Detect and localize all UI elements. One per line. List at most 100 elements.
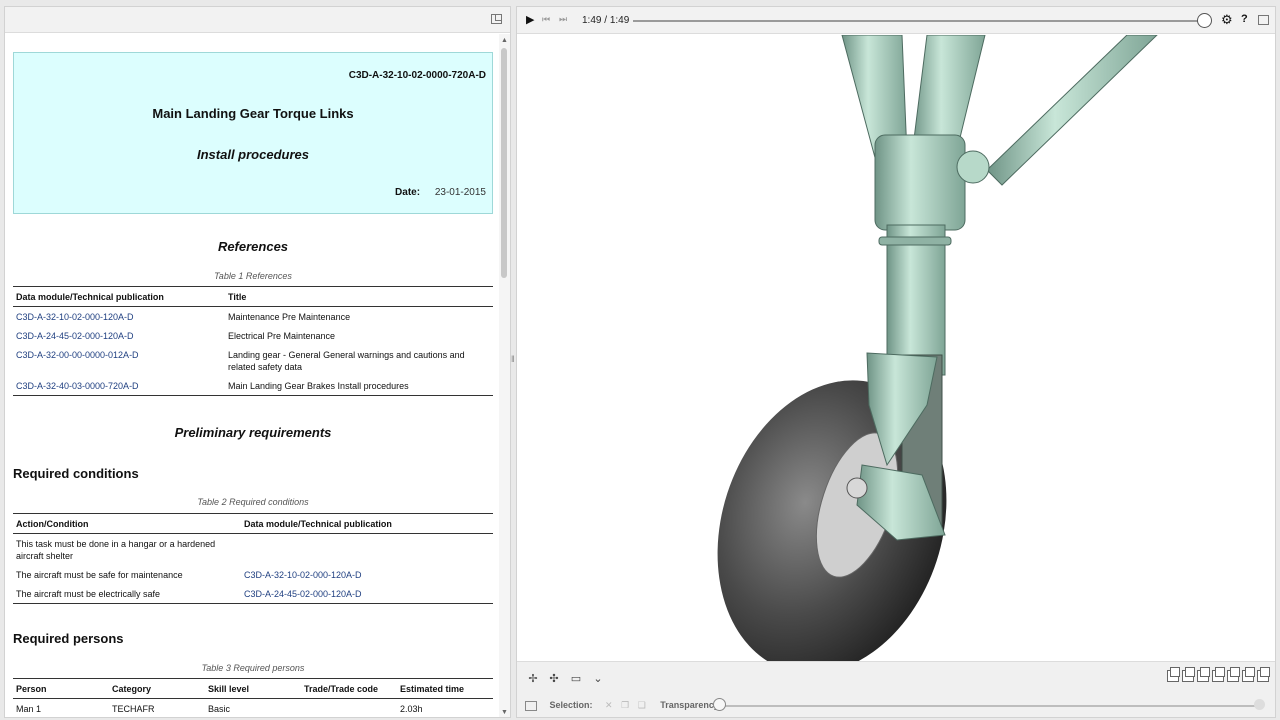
persons-heading: Required persons (13, 631, 124, 646)
rotate-icon[interactable]: ✣ (547, 674, 561, 685)
reference-link[interactable]: C3D-A-32-10-02-000-120A-D (241, 565, 493, 584)
table-row: This task must be done in a hangar or a … (13, 534, 493, 566)
conditions-table: Action/Condition Data module/Technical p… (13, 513, 493, 604)
view-back-icon[interactable] (1182, 667, 1195, 682)
table-row: C3D-A-24-45-02-000-120A-D Electrical Pre… (13, 326, 493, 345)
selection-mode-icon[interactable] (525, 700, 537, 711)
persons-table: Person Category Skill level Trade/Trade … (13, 678, 493, 717)
preliminary-heading: Preliminary requirements (174, 425, 332, 440)
expand-viewer-icon[interactable] (1258, 15, 1269, 25)
table-cell: Maintenance Pre Maintenance (228, 312, 351, 322)
viewer-pane: ▶ ⏮ ⏭ 1:49 / 1:49 ⚙ ? ✢ ✣ ▭ ⌄ Selection:… (516, 6, 1276, 718)
references-heading: References (217, 239, 289, 254)
view-left-icon[interactable] (1197, 667, 1210, 682)
main-strut (886, 224, 946, 376)
table-cell: Man 1 (13, 698, 109, 717)
references-caption: Table 1 References (214, 271, 292, 281)
reference-link[interactable]: C3D-A-32-40-03-0000-720A-D (13, 376, 225, 396)
transparency-track[interactable] (721, 705, 1261, 707)
viewer-controls: ✢ ✣ ▭ ⌄ Selection: ✕ ❐ ❑ Transparency: (517, 661, 1275, 717)
document-toolbar (5, 7, 510, 33)
transparency-slider[interactable] (713, 698, 726, 711)
document-content[interactable]: C3D-A-32-10-02-0000-720A-D Main Landing … (5, 34, 500, 717)
document-scrollbar[interactable]: ▲ ▼ (499, 34, 510, 717)
table-header-row: Action/Condition Data module/Technical p… (13, 513, 493, 534)
table-header-row: Data module/Technical publication Title (13, 286, 493, 307)
help-button[interactable]: ? (1241, 13, 1248, 25)
table-header-row: Person Category Skill level Trade/Trade … (13, 678, 493, 699)
hide-icon[interactable]: ❑ (638, 700, 646, 710)
view-front-icon[interactable] (1167, 667, 1180, 682)
table-row: C3D-A-32-00-00-0000-012A-D Landing gear … (13, 345, 493, 376)
date-label: Date: (395, 187, 421, 198)
reference-link[interactable]: C3D-A-32-10-02-000-120A-D (13, 307, 225, 327)
table-header: Title (225, 286, 493, 307)
date-row: Date: 23-01-2015 (395, 187, 486, 198)
table-header: Category (109, 678, 205, 699)
table-header: Person (13, 678, 109, 699)
previous-step-icon[interactable]: ⏮ (542, 14, 550, 25)
table-header: Trade/Trade code (301, 678, 397, 699)
isolate-icon[interactable]: ❐ (621, 700, 629, 710)
table-row: The aircraft must be electrically safe C… (13, 584, 493, 604)
view-presets (1167, 667, 1270, 682)
gear-icon[interactable]: ⚙ (1221, 12, 1233, 28)
timeline-knob[interactable] (1197, 13, 1212, 28)
side-brace (986, 35, 1158, 186)
table-cell: Electrical Pre Maintenance (228, 331, 336, 341)
conditions-caption: Table 2 Required conditions (197, 497, 309, 507)
move-icon[interactable]: ✢ (526, 674, 540, 685)
reference-link[interactable]: C3D-A-24-45-02-000-120A-D (241, 584, 493, 604)
scrollbar-thumb[interactable] (501, 48, 507, 278)
document-pane: C3D-A-32-10-02-0000-720A-D Main Landing … (4, 6, 511, 718)
table-row: The aircraft must be safe for maintenanc… (13, 565, 493, 584)
date-value: 23-01-2015 (434, 187, 486, 198)
expand-pane-icon[interactable] (491, 14, 502, 24)
table-cell: The aircraft must be safe for maintenanc… (16, 570, 183, 580)
title-block: C3D-A-32-10-02-0000-720A-D Main Landing … (13, 52, 493, 214)
view-right-icon[interactable] (1212, 667, 1225, 682)
pane-splitter-handle[interactable]: ‖ (511, 354, 515, 364)
table-row: Man 1 TECHAFR Basic 2.03h (13, 698, 493, 717)
time-total: 1:49 (609, 15, 630, 26)
next-step-icon[interactable]: ⏭ (559, 14, 567, 25)
fit-view-icon[interactable]: ⌄ (591, 674, 605, 685)
view-bottom-icon[interactable] (1242, 667, 1255, 682)
view-iso-icon[interactable] (1257, 667, 1270, 682)
play-icon[interactable]: ▶ (526, 13, 534, 26)
timeline-track[interactable] (633, 20, 1205, 22)
reference-link[interactable]: C3D-A-32-00-00-0000-012A-D (13, 345, 225, 376)
conditions-heading: Required conditions (13, 466, 139, 481)
data-module-code: C3D-A-32-10-02-0000-720A-D (348, 70, 486, 81)
transparency-end-icon (1254, 699, 1265, 710)
references-table: Data module/Technical publication Title … (13, 286, 493, 396)
animation-toolbar: ▶ ⏮ ⏭ 1:49 / 1:49 ⚙ ? (517, 7, 1275, 34)
document-subtitle: Install procedures (197, 147, 309, 162)
app-window: C3D-A-32-10-02-0000-720A-D Main Landing … (0, 0, 1280, 720)
time-display: 1:49 / 1:49 (582, 15, 629, 26)
time-separator: / (604, 15, 608, 26)
scroll-up-icon[interactable]: ▲ (501, 37, 508, 44)
reference-link (241, 534, 493, 566)
table-header: Data module/Technical publication (241, 513, 493, 534)
table-header: Data module/Technical publication (13, 286, 225, 307)
persons-caption: Table 3 Required persons (201, 663, 305, 673)
clear-selection-icon[interactable]: ✕ (605, 700, 613, 710)
table-cell: Basic (205, 698, 301, 717)
pivot-joint (956, 150, 990, 184)
table-cell: TECHAFR (109, 698, 205, 717)
table-cell: This task must be done in a hangar or a … (16, 539, 216, 561)
table-row: C3D-A-32-10-02-000-120A-D Maintenance Pr… (13, 307, 493, 327)
table-cell: Main Landing Gear Brakes Install procedu… (225, 376, 493, 396)
reference-link[interactable]: C3D-A-24-45-02-000-120A-D (13, 326, 225, 345)
scroll-down-icon[interactable]: ▼ (501, 709, 508, 716)
table-row: C3D-A-32-40-03-0000-720A-D Main Landing … (13, 376, 493, 396)
table-cell: 2.03h (397, 698, 493, 717)
3d-model-canvas[interactable] (517, 35, 1276, 661)
table-header: Estimated time (397, 678, 493, 699)
document-title: Main Landing Gear Torque Links (152, 106, 354, 121)
table-header: Skill level (205, 678, 301, 699)
view-top-icon[interactable] (1227, 667, 1240, 682)
selection-label: Selection: (549, 700, 593, 710)
frame-select-icon[interactable]: ▭ (569, 674, 583, 685)
